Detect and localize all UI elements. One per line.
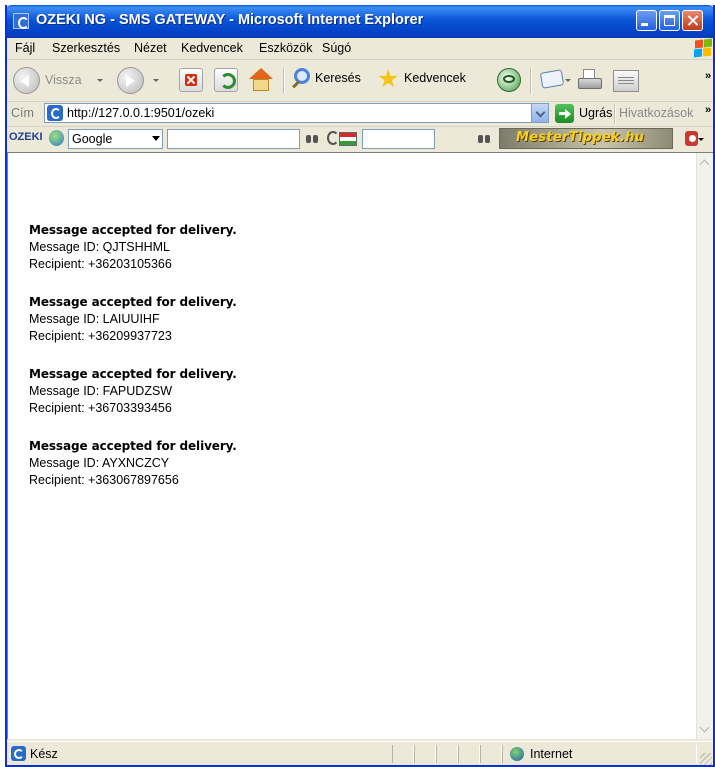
refresh-icon[interactable] — [214, 68, 238, 92]
toolbar-separator — [614, 104, 616, 124]
search-engine-value: Google — [72, 132, 113, 146]
forward-button[interactable] — [115, 64, 161, 96]
message-recipient: Recipient: +36703393456 — [29, 401, 172, 415]
binoculars-icon[interactable] — [477, 132, 491, 144]
address-input[interactable]: http://127.0.0.1:9501/ozeki — [44, 103, 549, 123]
stop-icon[interactable] — [179, 68, 203, 92]
resize-grip-icon[interactable] — [700, 753, 712, 765]
search-button[interactable]: Keresés — [290, 66, 372, 94]
window-title: OZEKI NG - SMS GATEWAY - Microsoft Inter… — [36, 12, 424, 28]
back-dropdown-chevron-icon[interactable] — [97, 79, 103, 82]
mail-icon[interactable] — [539, 69, 571, 91]
status-bar: Kész Internet — [7, 741, 713, 765]
globe-icon — [49, 130, 64, 146]
message-recipient: Recipient: +36203105366 — [29, 257, 172, 271]
forward-dropdown-chevron-icon[interactable] — [153, 79, 159, 82]
scroll-down-button[interactable] — [697, 721, 713, 738]
scroll-up-button[interactable] — [697, 154, 713, 171]
search-label: Keresés — [315, 71, 361, 85]
message-status: Message accepted for delivery. — [29, 223, 237, 237]
links-overflow-chevron[interactable]: » — [705, 104, 711, 116]
go-label: Ugrás — [579, 106, 613, 120]
home-icon[interactable] — [247, 66, 275, 94]
search-engine-select[interactable]: Google — [68, 129, 163, 149]
favorites-button[interactable]: ★ Kedvencek — [375, 66, 485, 94]
menu-edit[interactable]: Szerkesztés — [52, 41, 120, 55]
address-value: http://127.0.0.1:9501/ozeki — [67, 106, 215, 120]
translate-input[interactable] — [362, 129, 435, 149]
forward-arrow-glyph — [126, 75, 135, 87]
edit-icon[interactable] — [613, 70, 639, 92]
status-text: Kész — [30, 747, 58, 761]
favorites-star-icon: ★ — [377, 64, 400, 93]
banner-text: MesterTippek.hu — [516, 130, 645, 145]
go-arrow-icon — [555, 104, 574, 123]
ie-app-icon[interactable] — [13, 13, 29, 29]
toolbar-brand: OZEKI — [9, 131, 43, 143]
media-icon[interactable] — [497, 68, 521, 92]
status-pane — [458, 745, 480, 763]
message-status: Message accepted for delivery. — [29, 367, 237, 381]
message-id: Message ID: AYXNCZCY — [29, 456, 170, 470]
google-toolbar: OZEKI Google MesterTippek.hu — [7, 127, 713, 151]
message-id: Message ID: LAIUUIHF — [29, 312, 160, 326]
engine-dropdown-chevron-icon[interactable] — [152, 136, 160, 141]
toolbar-separator — [283, 68, 285, 94]
address-bar: Cím http://127.0.0.1:9501/ozeki Ugrás Hi… — [7, 102, 713, 127]
minimize-button[interactable] — [636, 10, 657, 31]
status-pane — [480, 745, 502, 763]
message-status: Message accepted for delivery. — [29, 439, 237, 453]
browser-window: OZEKI NG - SMS GATEWAY - Microsoft Inter… — [5, 5, 715, 767]
favorites-label: Kedvencek — [404, 71, 466, 85]
message-recipient: Recipient: +36209937723 — [29, 329, 172, 343]
address-dropdown-chevron-icon[interactable] — [531, 104, 548, 122]
binoculars-icon[interactable] — [305, 132, 319, 144]
message-id: Message ID: QJTSHHML — [29, 240, 171, 254]
vertical-scrollbar[interactable] — [696, 153, 713, 739]
standard-toolbar: Vissza Keresés ★ Kedvencek » — [7, 60, 713, 102]
links-label[interactable]: Hivatkozások — [619, 106, 693, 120]
close-button[interactable] — [682, 10, 703, 31]
title-bar[interactable]: OZEKI NG - SMS GATEWAY - Microsoft Inter… — [7, 5, 713, 38]
toolbar-separator — [530, 68, 532, 94]
message-block: Message accepted for delivery. Message I… — [29, 438, 237, 489]
maximize-button[interactable] — [659, 10, 680, 31]
internet-globe-icon — [510, 747, 524, 761]
search-input[interactable] — [167, 129, 300, 149]
windows-logo-icon — [693, 38, 713, 59]
translate-flags-icon[interactable] — [327, 129, 359, 149]
message-id: Message ID: FAPUDZSW — [29, 384, 173, 398]
status-pane — [436, 745, 458, 763]
page-status-icon — [11, 746, 26, 761]
message-block: Message accepted for delivery. Message I… — [29, 222, 237, 273]
address-label: Cím — [11, 106, 34, 120]
menu-view[interactable]: Nézet — [134, 41, 167, 55]
print-icon[interactable] — [576, 68, 604, 94]
menu-tools[interactable]: Eszközök — [259, 41, 313, 55]
menu-favorites[interactable]: Kedvencek — [181, 41, 243, 55]
translate-tool-icon[interactable] — [683, 130, 704, 148]
message-block: Message accepted for delivery. Message I… — [29, 294, 237, 345]
toolbar-overflow-chevron[interactable]: » — [705, 70, 711, 82]
menu-help[interactable]: Súgó — [322, 41, 351, 55]
message-block: Message accepted for delivery. Message I… — [29, 366, 237, 417]
back-label: Vissza — [45, 73, 82, 87]
status-pane — [414, 745, 436, 763]
menu-bar: Fájl Szerkesztés Nézet Kedvencek Eszközö… — [7, 38, 713, 60]
status-pane — [392, 745, 414, 763]
zone-pane: Internet — [502, 745, 697, 763]
page-content: Message accepted for delivery. Message I… — [7, 152, 713, 739]
go-button[interactable]: Ugrás — [553, 103, 613, 124]
mestertippek-banner[interactable]: MesterTippek.hu — [499, 128, 673, 149]
page-icon — [47, 105, 63, 121]
back-arrow-glyph — [20, 75, 29, 87]
message-recipient: Recipient: +363067897656 — [29, 473, 179, 487]
message-status: Message accepted for delivery. — [29, 295, 237, 309]
back-button[interactable]: Vissza — [11, 64, 111, 96]
zone-label: Internet — [530, 747, 573, 761]
menu-file[interactable]: Fájl — [15, 41, 35, 55]
